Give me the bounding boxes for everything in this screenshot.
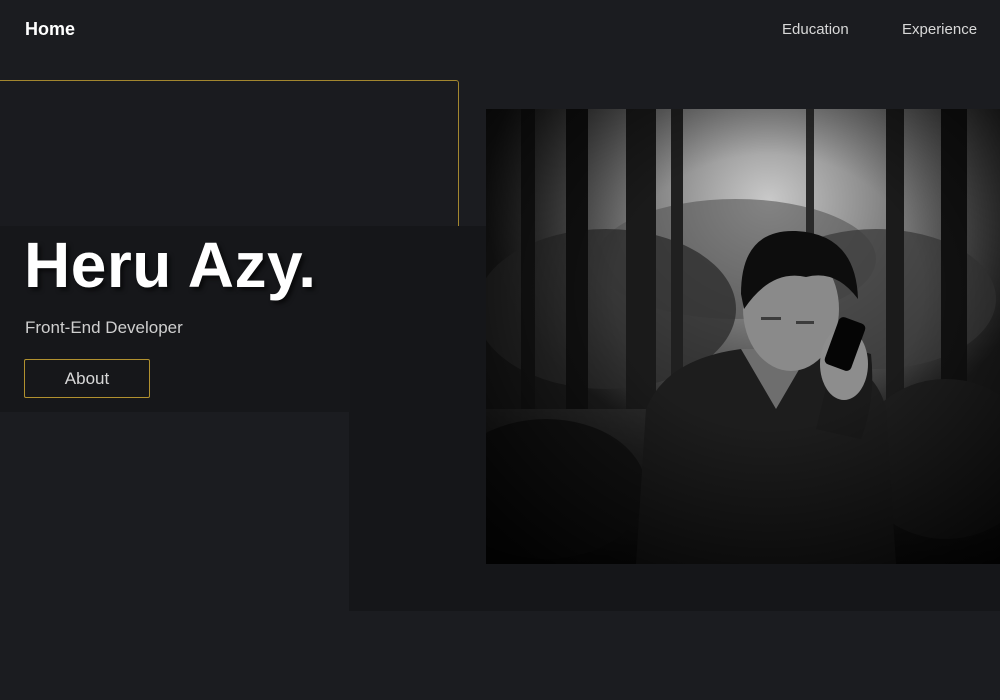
hero-role-subtitle: Front-End Developer xyxy=(25,318,183,337)
portrait-photo xyxy=(486,109,1000,564)
nav-education-link[interactable]: Education xyxy=(782,21,849,38)
about-button[interactable]: About xyxy=(24,359,150,398)
nav-experience-link[interactable]: Experience xyxy=(902,21,977,38)
gold-accent-frame xyxy=(0,80,459,230)
page: Home Education Experience Heru Azy. Fron… xyxy=(0,0,1000,700)
nav-home-link[interactable]: Home xyxy=(25,19,75,40)
hero-name-heading: Heru Azy. xyxy=(24,229,317,301)
